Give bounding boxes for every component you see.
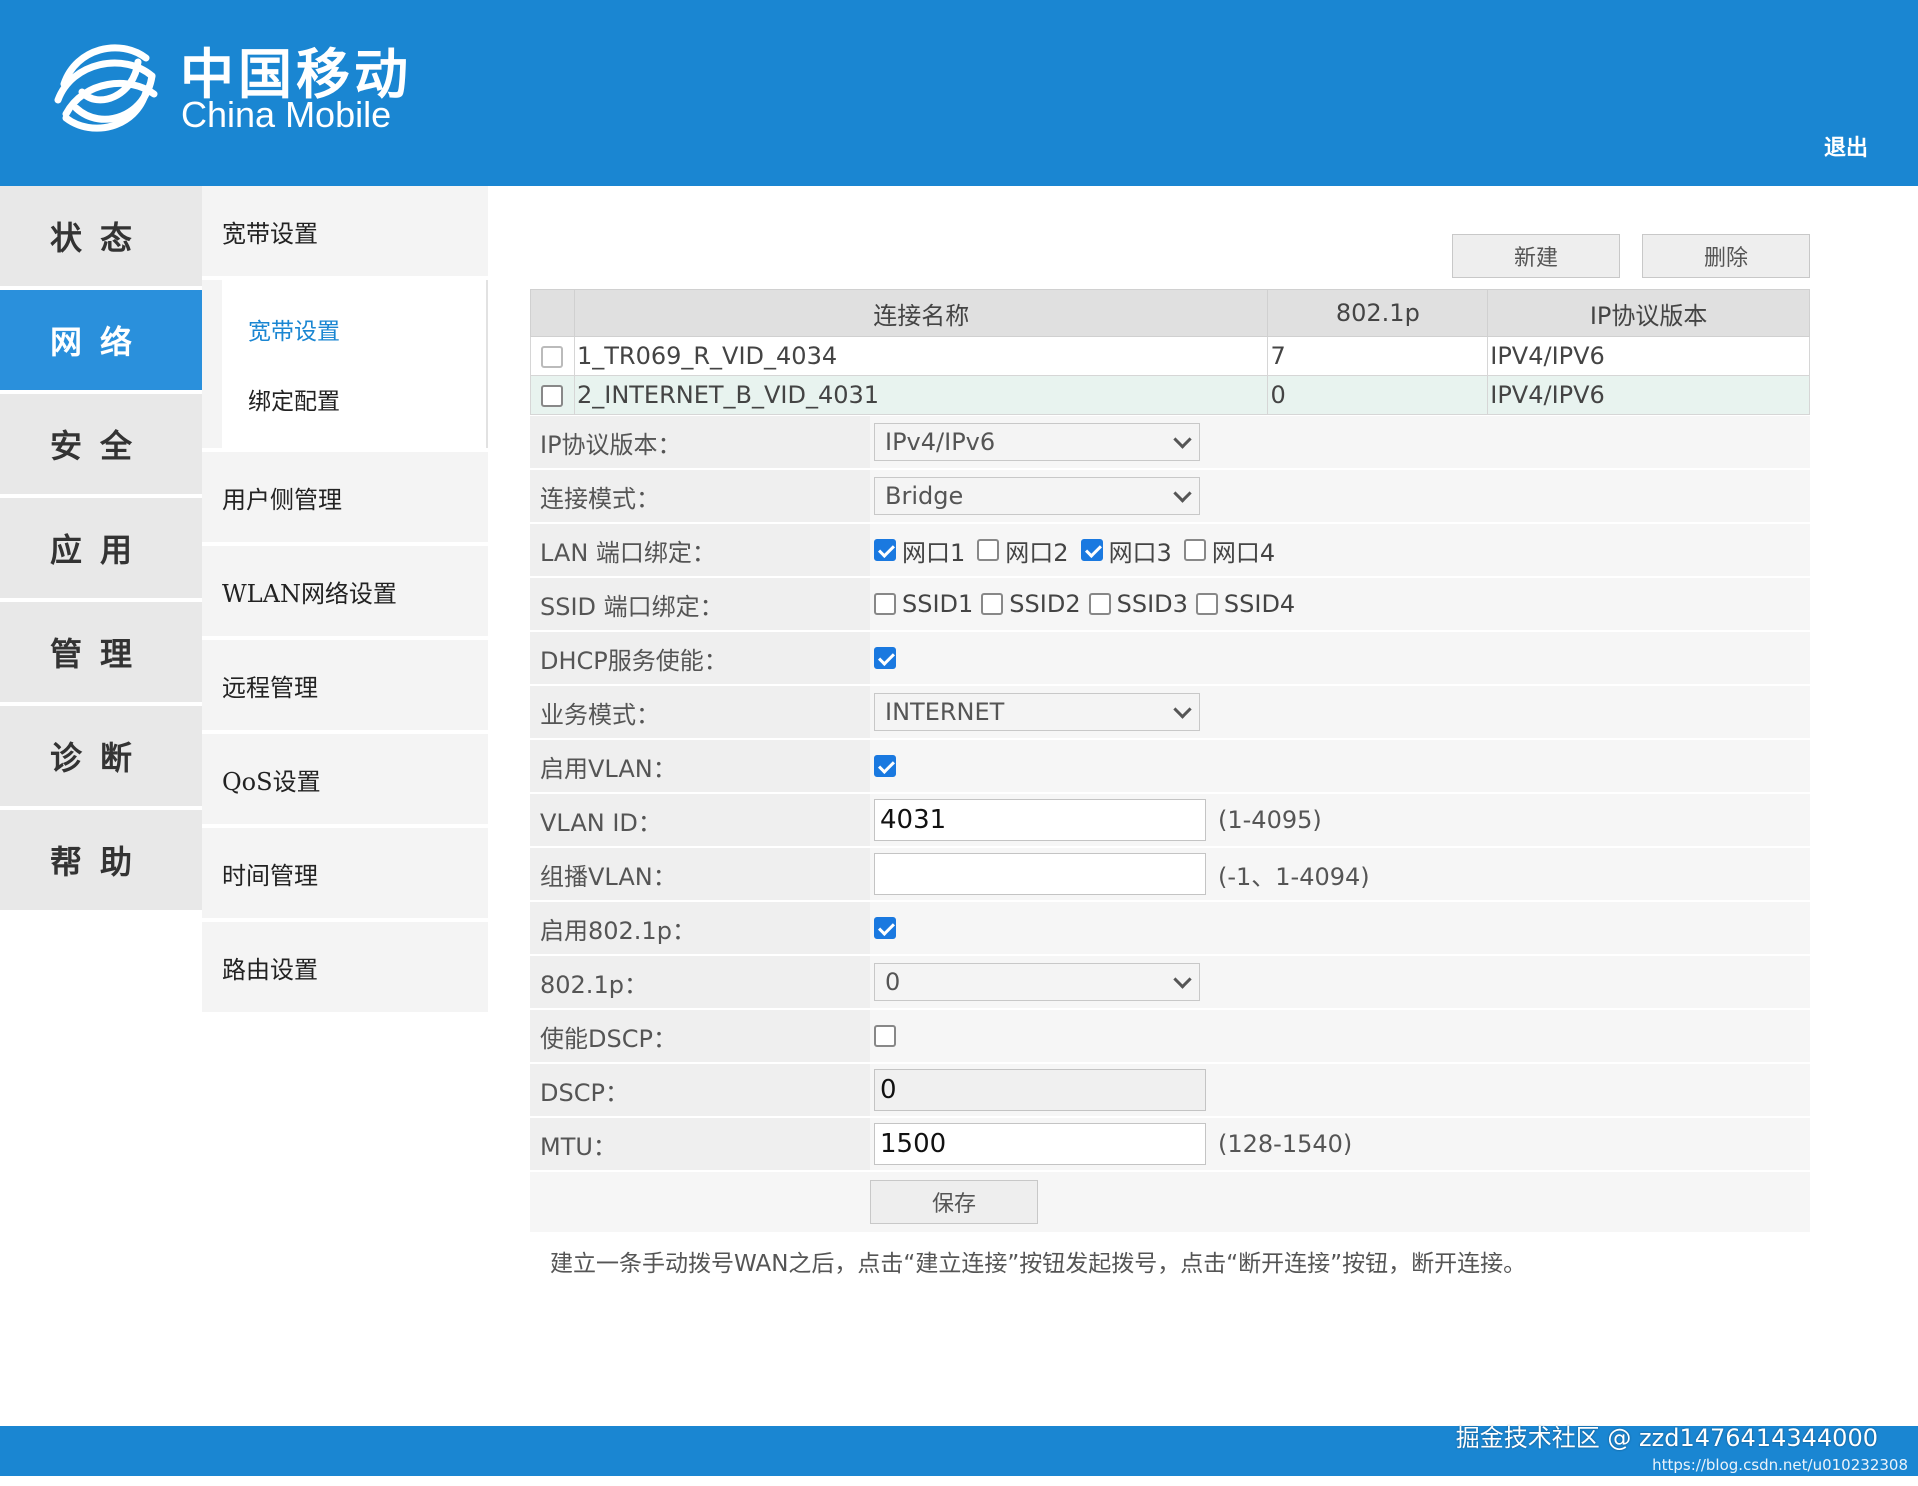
ssid4-checkbox[interactable] bbox=[1195, 593, 1218, 615]
service-mode-select[interactable]: INTERNET bbox=[874, 693, 1200, 731]
conn-mode-select[interactable]: Bridge bbox=[874, 477, 1200, 515]
sub-nav-binding-config[interactable]: 绑定配置 bbox=[222, 364, 486, 434]
sub-nav: 宽带设置 宽带设置 绑定配置 用户侧管理 WLAN网络设置 远程管理 QoS设置… bbox=[202, 186, 488, 1016]
sub-nav-broadband[interactable]: 宽带设置 bbox=[202, 186, 488, 276]
ssid-bind-label: SSID 端口绑定： bbox=[530, 578, 870, 630]
cell-ipver: IPV4/IPV6 bbox=[1487, 336, 1810, 376]
main-nav-diagnosis[interactable]: 诊断 bbox=[0, 706, 202, 806]
china-mobile-logo-icon bbox=[50, 32, 162, 148]
enable-8021p-label: 启用802.1p： bbox=[530, 902, 870, 954]
sub-nav-qos[interactable]: QoS设置 bbox=[202, 734, 488, 824]
dhcp-checkbox[interactable] bbox=[874, 647, 896, 669]
cell-ipver: IPV4/IPV6 bbox=[1487, 375, 1810, 415]
sub-nav-wlan[interactable]: WLAN网络设置 bbox=[202, 546, 488, 636]
lan-port-4-checkbox[interactable] bbox=[1183, 539, 1206, 561]
ssid2-checkbox[interactable] bbox=[981, 593, 1004, 615]
enable-dscp-label: 使能DSCP： bbox=[530, 1010, 870, 1062]
lan-bind-label: LAN 端口绑定： bbox=[530, 524, 870, 576]
help-note: 建立一条手动拨号WAN之后，点击“建立连接”按钮发起拨号，点击“断开连接”按钮，… bbox=[550, 1251, 1527, 1277]
dhcp-label: DHCP服务使能： bbox=[530, 632, 870, 684]
ip-version-select[interactable]: IPv4/IPv6 bbox=[874, 423, 1200, 461]
p8021-label: 802.1p： bbox=[530, 956, 870, 1008]
enable-dscp-checkbox[interactable] bbox=[874, 1025, 896, 1047]
wan-config-form: IP协议版本： IPv4/IPv6 连接模式： Bridge LAN 端口绑定：… bbox=[530, 416, 1810, 1232]
lan-port-1-checkbox[interactable] bbox=[874, 539, 896, 561]
chevron-down-icon bbox=[1173, 483, 1192, 503]
save-button[interactable]: 保存 bbox=[870, 1180, 1038, 1224]
vlan-id-input[interactable]: 4031 bbox=[874, 799, 1206, 841]
main-nav-application[interactable]: 应用 bbox=[0, 498, 202, 598]
dscp-label: DSCP： bbox=[530, 1064, 870, 1116]
table-header-8021p: 802.1p bbox=[1267, 289, 1489, 337]
sub-nav-broadband-children: 宽带设置 绑定配置 bbox=[202, 280, 488, 448]
vlan-id-label: VLAN ID： bbox=[530, 794, 870, 846]
row-checkbox[interactable] bbox=[541, 346, 564, 368]
chevron-down-icon bbox=[1173, 969, 1192, 989]
watermark-url: https://blog.csdn.net/u010232308 bbox=[1652, 1456, 1908, 1474]
table-header-ipver: IP协议版本 bbox=[1487, 289, 1810, 337]
chevron-down-icon bbox=[1173, 699, 1192, 719]
sub-nav-route[interactable]: 路由设置 bbox=[202, 922, 488, 1012]
table-header-name: 连接名称 bbox=[573, 289, 1269, 337]
logo-english-text: China Mobile bbox=[181, 94, 392, 135]
lan-port-2-checkbox[interactable] bbox=[977, 539, 1000, 561]
main-nav-network[interactable]: 网络 bbox=[0, 290, 202, 390]
row-checkbox[interactable] bbox=[541, 385, 564, 407]
main-nav-help[interactable]: 帮助 bbox=[0, 810, 202, 910]
main-nav-security[interactable]: 安全 bbox=[0, 394, 202, 494]
ssid3-checkbox[interactable] bbox=[1088, 593, 1111, 615]
lan-port-3-checkbox[interactable] bbox=[1080, 539, 1103, 561]
enable-vlan-checkbox[interactable] bbox=[874, 755, 896, 777]
cell-8021p: 7 bbox=[1267, 336, 1489, 376]
delete-button[interactable]: 删除 bbox=[1642, 234, 1810, 278]
ip-version-label: IP协议版本： bbox=[530, 416, 870, 468]
new-button[interactable]: 新建 bbox=[1452, 234, 1620, 278]
header-bar: 中国移动 China Mobile 退出 bbox=[0, 0, 1918, 186]
mtu-hint: (128-1540) bbox=[1218, 1130, 1353, 1158]
mtu-label: MTU： bbox=[530, 1118, 870, 1170]
dscp-input[interactable]: 0 bbox=[874, 1069, 1206, 1111]
sub-nav-broadband-settings[interactable]: 宽带设置 bbox=[222, 294, 486, 364]
watermark-text: 掘金技术社区 @ zzd1476414344000 bbox=[1455, 1424, 1878, 1452]
main-nav: 状态 网络 安全 应用 管理 诊断 帮助 bbox=[0, 186, 202, 914]
toolbar: 新建 删除 bbox=[1452, 234, 1810, 278]
p8021-select[interactable]: 0 bbox=[874, 963, 1200, 1001]
cell-name: 2_INTERNET_B_VID_4031 bbox=[573, 375, 1269, 415]
sub-nav-remote[interactable]: 远程管理 bbox=[202, 640, 488, 730]
mcast-vlan-hint: (-1、1-4094) bbox=[1218, 862, 1370, 891]
logout-link[interactable]: 退出 bbox=[1824, 130, 1868, 162]
conn-mode-label: 连接模式： bbox=[530, 470, 870, 522]
mtu-input[interactable]: 1500 bbox=[874, 1123, 1206, 1165]
table-row[interactable]: 1_TR069_R_VID_4034 7 IPV4/IPV6 bbox=[530, 336, 1810, 376]
ssid1-checkbox[interactable] bbox=[874, 593, 896, 615]
sub-nav-time[interactable]: 时间管理 bbox=[202, 828, 488, 918]
connection-table: 连接名称 802.1p IP协议版本 1_TR069_R_VID_4034 7 … bbox=[530, 289, 1810, 415]
chevron-down-icon bbox=[1173, 429, 1192, 449]
cell-name: 1_TR069_R_VID_4034 bbox=[573, 336, 1269, 376]
main-nav-status[interactable]: 状态 bbox=[0, 186, 202, 286]
table-header-select bbox=[530, 289, 575, 337]
service-mode-label: 业务模式： bbox=[530, 686, 870, 738]
enable-vlan-label: 启用VLAN： bbox=[530, 740, 870, 792]
mcast-vlan-input[interactable] bbox=[874, 853, 1206, 895]
sub-nav-user-side[interactable]: 用户侧管理 bbox=[202, 452, 488, 542]
vlan-id-hint: (1-4095) bbox=[1218, 806, 1322, 834]
cell-8021p: 0 bbox=[1267, 375, 1489, 415]
main-nav-management[interactable]: 管理 bbox=[0, 602, 202, 702]
mcast-vlan-label: 组播VLAN： bbox=[530, 848, 870, 900]
table-row[interactable]: 2_INTERNET_B_VID_4031 0 IPV4/IPV6 bbox=[530, 375, 1810, 415]
enable-8021p-checkbox[interactable] bbox=[874, 917, 896, 939]
